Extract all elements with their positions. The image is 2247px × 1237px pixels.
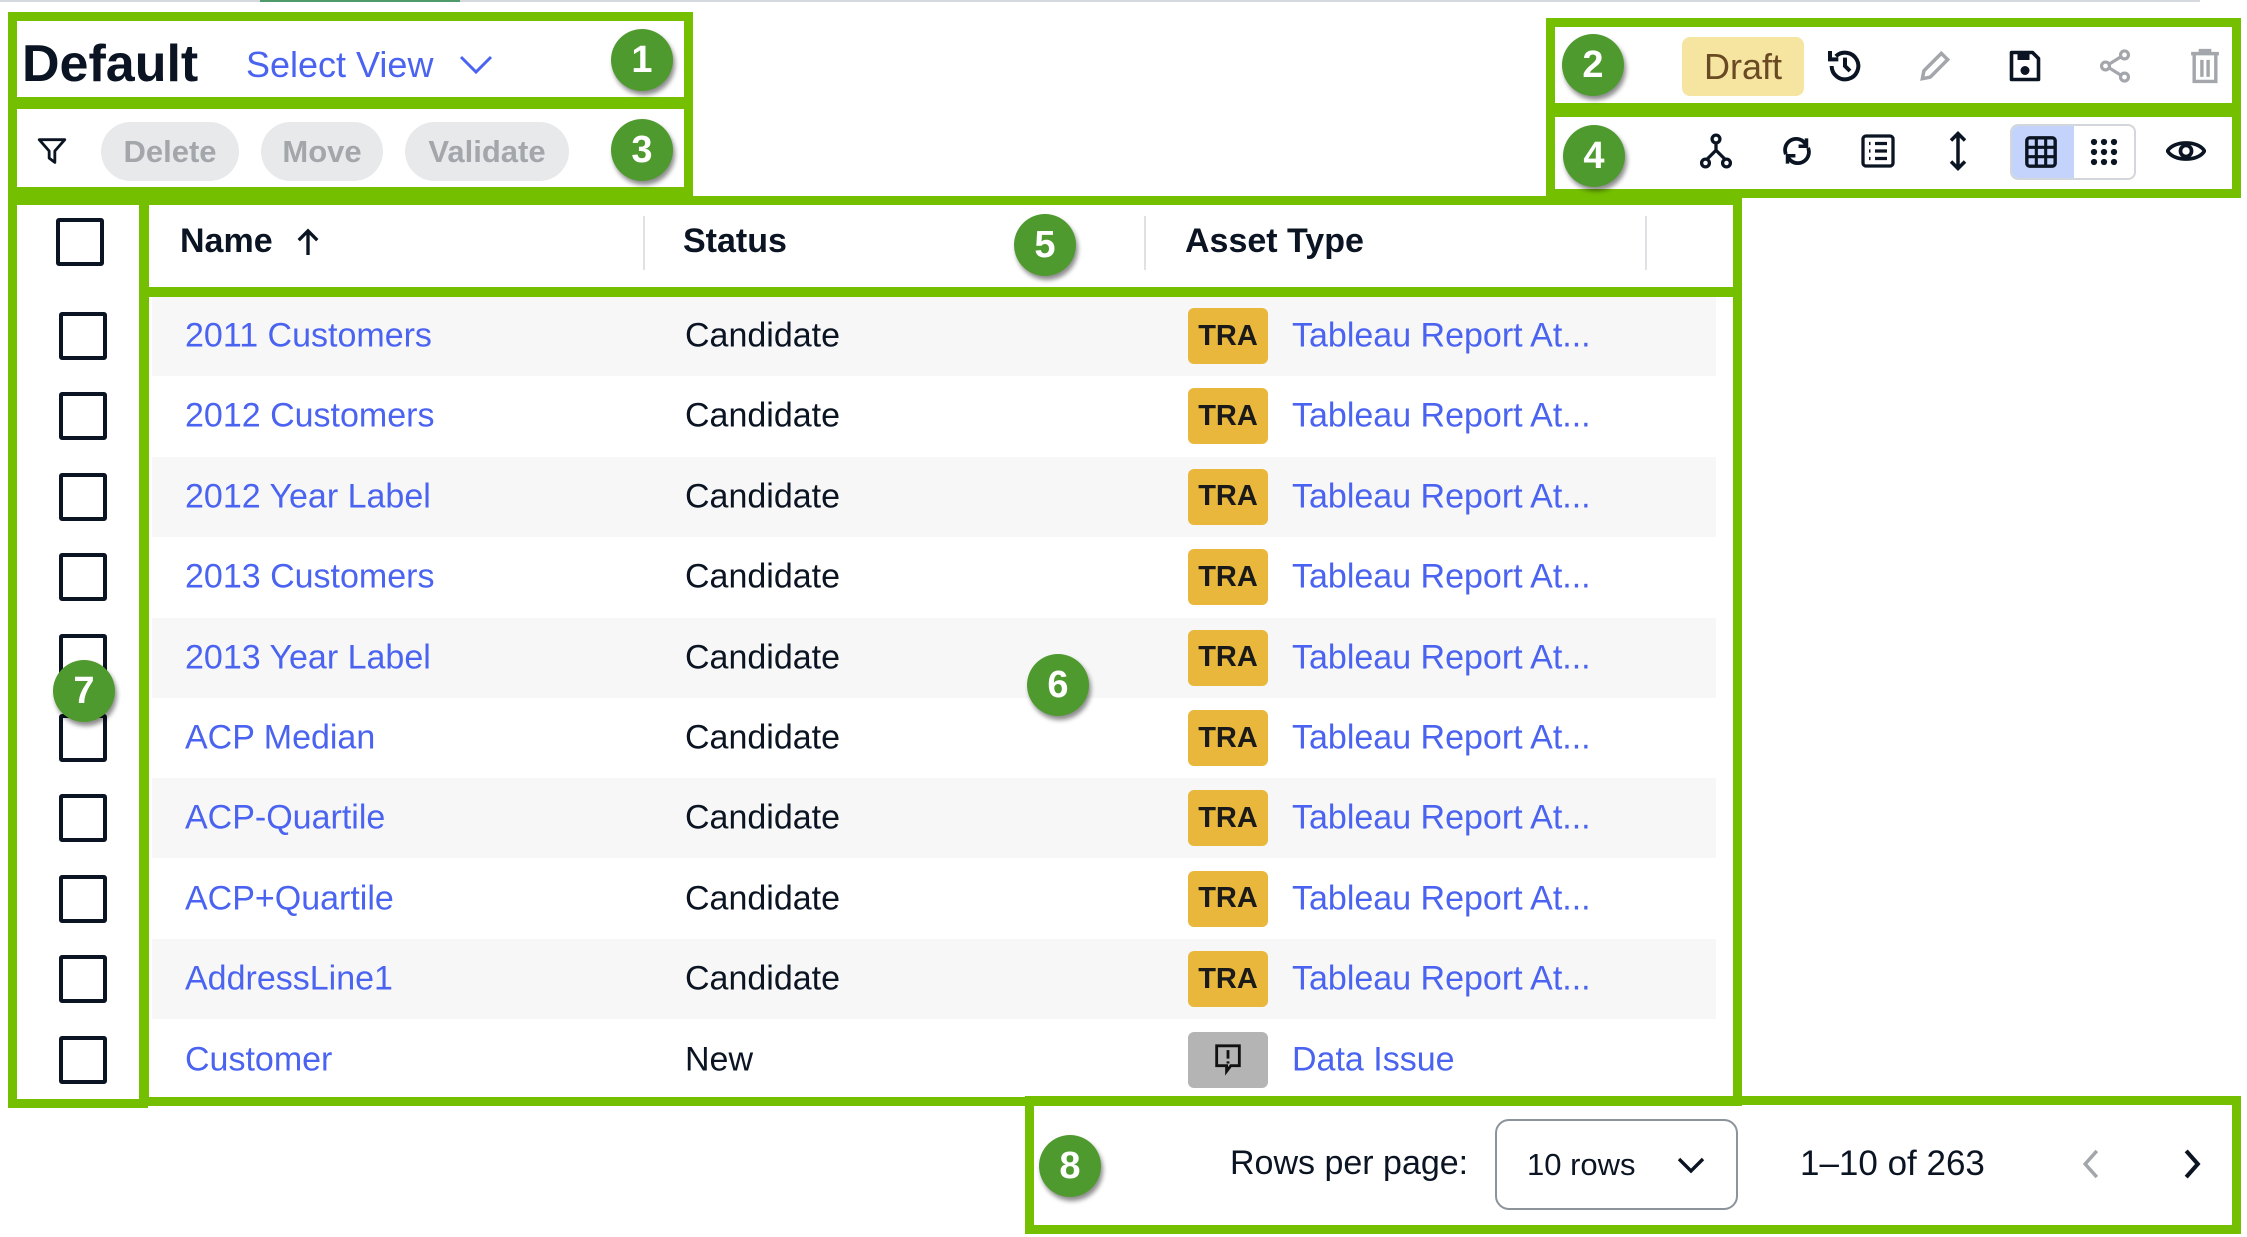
annotation-marker-4: 4 bbox=[1563, 125, 1625, 187]
annotation-marker-6: 6 bbox=[1027, 654, 1089, 716]
annotation-box-1 bbox=[8, 12, 693, 106]
annotation-marker-5: 5 bbox=[1014, 214, 1076, 276]
active-tab-indicator bbox=[260, 0, 460, 2]
annotation-box-2 bbox=[1546, 18, 2241, 112]
annotation-box-7 bbox=[8, 196, 148, 1108]
annotation-marker-2: 2 bbox=[1562, 34, 1624, 96]
annotation-box-6 bbox=[140, 288, 1742, 1106]
annotation-marker-8: 8 bbox=[1039, 1135, 1101, 1197]
annotation-box-5 bbox=[140, 196, 1742, 296]
annotation-box-3 bbox=[8, 100, 693, 196]
annotation-marker-7: 7 bbox=[53, 660, 115, 722]
annotation-box-4 bbox=[1546, 108, 2241, 198]
annotation-box-8 bbox=[1025, 1096, 2241, 1234]
annotation-marker-1: 1 bbox=[611, 29, 673, 91]
annotation-marker-3: 3 bbox=[611, 119, 673, 181]
